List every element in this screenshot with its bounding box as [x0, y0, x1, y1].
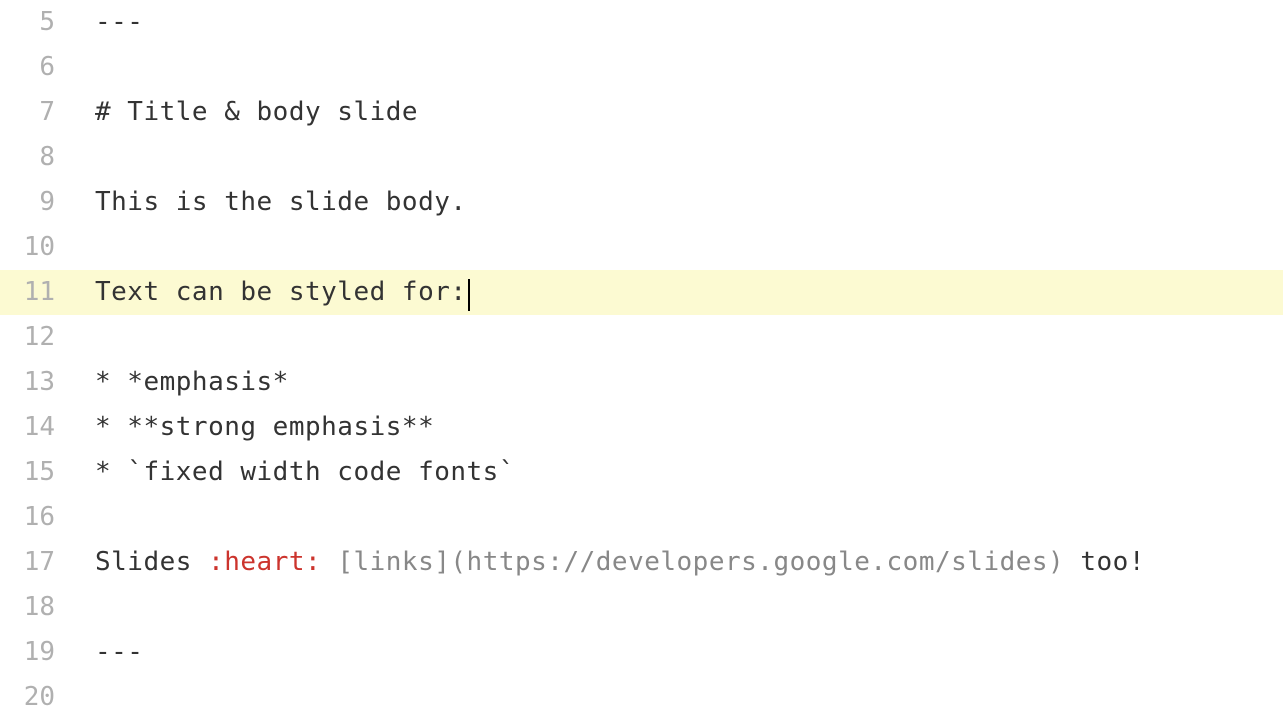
line-number: 8	[0, 135, 75, 180]
token: too!	[1064, 547, 1145, 577]
editor-line[interactable]: 9 This is the slide body.	[0, 180, 1283, 225]
editor-line[interactable]: 10	[0, 225, 1283, 270]
line-number: 14	[0, 405, 75, 450]
editor-line[interactable]: 14 * **strong emphasis**	[0, 405, 1283, 450]
line-number: 19	[0, 630, 75, 675]
line-content[interactable]: ---	[75, 630, 1283, 675]
code-editor[interactable]: 5 --- 67 # Title & body slide 89 This is the …	[0, 0, 1283, 721]
token: * *emphasis*	[95, 367, 289, 397]
text-cursor	[468, 279, 470, 311]
line-content[interactable]: This is the slide body.	[75, 180, 1283, 225]
editor-line[interactable]: 18	[0, 585, 1283, 630]
editor-line[interactable]: 5 ---	[0, 0, 1283, 45]
line-content[interactable]: Text can be styled for:	[75, 270, 1283, 315]
token: * `fixed width code fonts`	[95, 457, 515, 487]
editor-line[interactable]: 20	[0, 675, 1283, 720]
line-number: 9	[0, 180, 75, 225]
token: This is the slide body.	[95, 187, 467, 217]
token	[321, 547, 337, 577]
line-content[interactable]: Slides :heart: [links](https://developer…	[75, 540, 1283, 585]
line-content[interactable]: * **strong emphasis**	[75, 405, 1283, 450]
line-number: 18	[0, 585, 75, 630]
line-number: 16	[0, 495, 75, 540]
token: ---	[95, 637, 143, 667]
line-number: 17	[0, 540, 75, 585]
line-number: 20	[0, 675, 75, 720]
line-content[interactable]: ---	[75, 0, 1283, 45]
editor-line[interactable]: 6	[0, 45, 1283, 90]
token: :heart:	[208, 547, 321, 577]
line-content[interactable]: # Title & body slide	[75, 90, 1283, 135]
editor-line[interactable]: 17Slides :heart: [links](https://develop…	[0, 540, 1283, 585]
token: [links](https://developers.google.com/sl…	[337, 547, 1064, 577]
editor-line[interactable]: 16	[0, 495, 1283, 540]
editor-line[interactable]: 19 ---	[0, 630, 1283, 675]
editor-line[interactable]: 7 # Title & body slide	[0, 90, 1283, 135]
editor-line[interactable]: 13 * *emphasis*	[0, 360, 1283, 405]
editor-line[interactable]: 12	[0, 315, 1283, 360]
line-number: 11	[0, 270, 75, 315]
editor-line[interactable]: 8	[0, 135, 1283, 180]
token: ---	[95, 7, 143, 37]
token: * **strong emphasis**	[95, 412, 434, 442]
line-number: 13	[0, 360, 75, 405]
token: Text can be styled for:	[95, 277, 467, 307]
line-number: 7	[0, 90, 75, 135]
token: Slides	[95, 547, 208, 577]
line-number: 10	[0, 225, 75, 270]
token: # Title & body slide	[95, 97, 418, 127]
editor-line[interactable]: 11 Text can be styled for:	[0, 270, 1283, 315]
editor-line[interactable]: 15 * `fixed width code fonts`	[0, 450, 1283, 495]
line-content[interactable]: * *emphasis*	[75, 360, 1283, 405]
line-content[interactable]: * `fixed width code fonts`	[75, 450, 1283, 495]
line-number: 5	[0, 0, 75, 45]
line-number: 15	[0, 450, 75, 495]
line-number: 6	[0, 45, 75, 90]
line-number: 12	[0, 315, 75, 360]
